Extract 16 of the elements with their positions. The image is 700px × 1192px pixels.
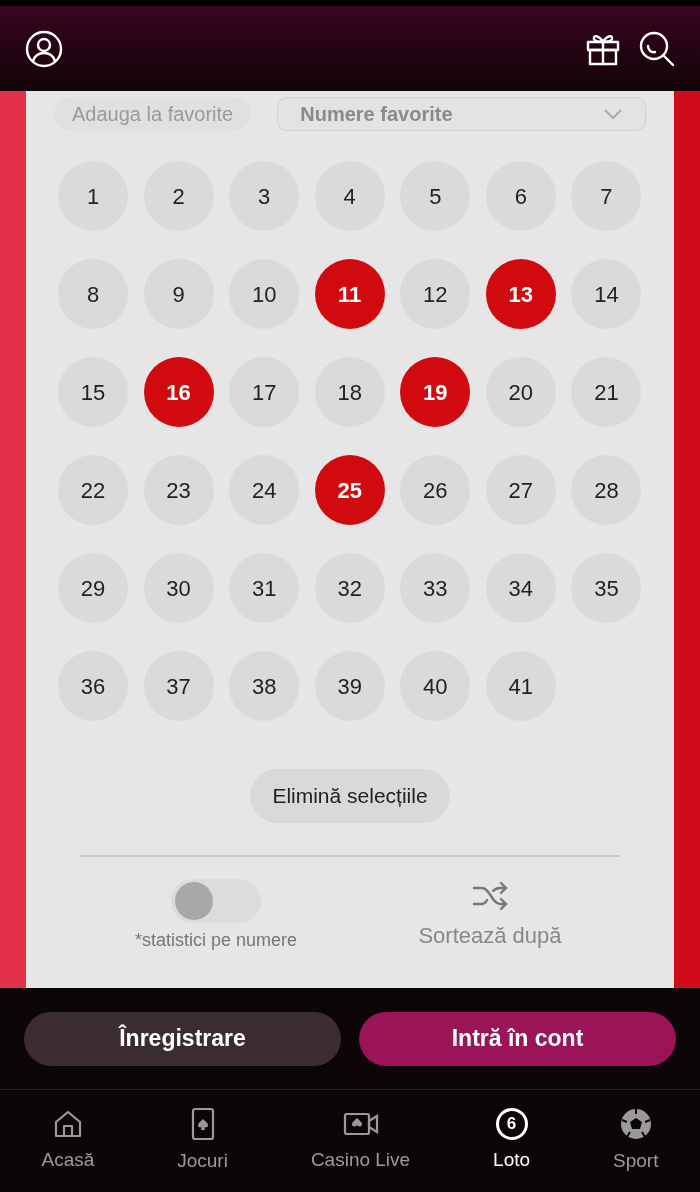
- sort-label: Sortează după: [418, 922, 562, 950]
- register-button[interactable]: Înregistrare: [24, 1011, 341, 1066]
- shuffle-icon: [472, 879, 508, 913]
- nav-tab[interactable]: Casino Live: [310, 1107, 411, 1175]
- account-icon[interactable]: [24, 28, 64, 69]
- clear-selection-button[interactable]: Elimină selecțiile: [250, 769, 450, 823]
- nav-tab[interactable]: 6 Loto: [493, 1107, 531, 1175]
- nav-tab[interactable]: Sport: [613, 1106, 659, 1176]
- chevron-down-icon: [603, 108, 623, 120]
- statistics-toggle[interactable]: [171, 879, 261, 923]
- login-button[interactable]: Intră în cont: [359, 1011, 676, 1066]
- nav-tab[interactable]: Jocuri: [177, 1106, 228, 1176]
- statistics-label: *statistici pe numere: [134, 929, 298, 952]
- nav-tab[interactable]: Acasă: [41, 1107, 95, 1175]
- search-icon[interactable]: [638, 29, 676, 68]
- soccer-ball-icon: [618, 1106, 653, 1141]
